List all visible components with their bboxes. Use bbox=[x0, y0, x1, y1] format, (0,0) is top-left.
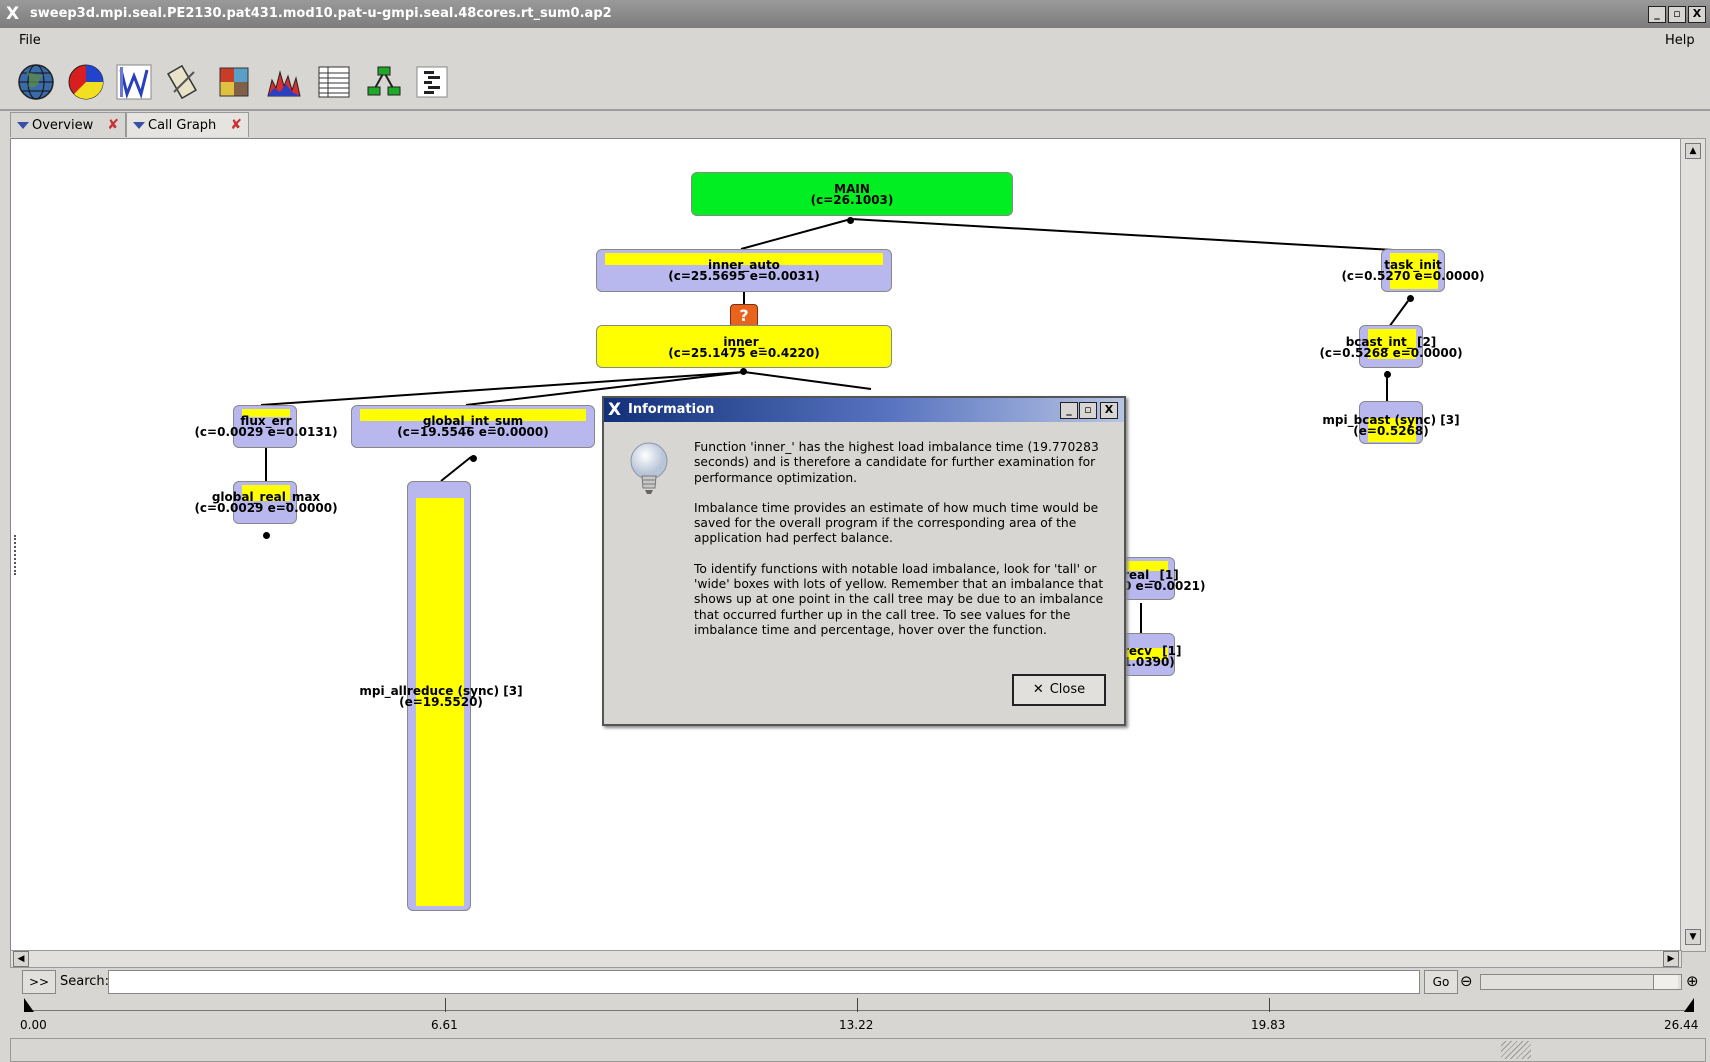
ruler-line bbox=[24, 1010, 1694, 1011]
globe-icon[interactable] bbox=[16, 62, 56, 102]
menu-bar: File Help bbox=[0, 28, 1710, 55]
time-range-ruler[interactable]: 0.00 6.61 13.22 19.83 26.44 bbox=[10, 998, 1704, 1034]
menu-file[interactable]: File bbox=[19, 33, 41, 48]
lightbulb-icon bbox=[630, 442, 668, 494]
x-logo-icon: X bbox=[6, 4, 20, 24]
search-input[interactable] bbox=[108, 970, 1420, 994]
node-task-init-stats: (c=0.5270 e=0.0000) bbox=[1341, 269, 1485, 283]
zoom-in-icon[interactable]: ⊕ bbox=[1686, 972, 1699, 990]
node-global-int-sum-stats: (c=19.5546 e=0.0000) bbox=[397, 425, 549, 439]
close-tab-icon[interactable]: ✘ bbox=[107, 117, 119, 133]
node-partial-real-stats: 0 e=0.0021) bbox=[1123, 579, 1206, 593]
tick-label: 19.83 bbox=[1251, 1018, 1286, 1032]
node-inner-auto-stats: (c=25.5695 e=0.0031) bbox=[668, 269, 820, 283]
search-bar: >> Search: Go ⊖ ⊕ bbox=[10, 968, 1704, 996]
zoom-out-icon[interactable]: ⊖ bbox=[1460, 972, 1473, 990]
search-label: Search: bbox=[60, 974, 110, 989]
range-end-handle-icon[interactable] bbox=[1684, 998, 1694, 1012]
information-dialog: X Information _ ▫ X Function 'inner_' ha… bbox=[602, 396, 1126, 726]
dialog-paragraph: Function 'inner_' has the highest load i… bbox=[694, 440, 1099, 485]
call-tree-icon[interactable] bbox=[364, 62, 404, 102]
node-mpi-bcast-stats: (e=0.5268) bbox=[1353, 424, 1429, 438]
node-inner-stats: (c=25.1475 e=0.4220) bbox=[668, 346, 820, 360]
expand-dot[interactable] bbox=[470, 455, 477, 462]
resize-grip-icon[interactable] bbox=[1501, 1041, 1531, 1059]
tick-mark bbox=[857, 998, 858, 1012]
dialog-title-bar[interactable]: X Information _ ▫ X bbox=[604, 398, 1124, 422]
window-title-bar[interactable]: X sweep3d.mpi.seal.PE2130.pat431.mod10.p… bbox=[0, 0, 1710, 28]
horizontal-scrollbar[interactable]: ◀ ▶ bbox=[10, 950, 1682, 968]
dialog-paragraph: Imbalance time provides an estimate of h… bbox=[694, 500, 1099, 546]
toolbar bbox=[0, 54, 1710, 111]
zoom-slider[interactable] bbox=[1480, 974, 1682, 990]
menu-help[interactable]: Help bbox=[1665, 33, 1695, 48]
tick-label: 0.00 bbox=[20, 1018, 47, 1032]
scroll-down-icon[interactable]: ▼ bbox=[1685, 929, 1701, 945]
close-icon: ✕ bbox=[1032, 682, 1044, 697]
text-report-icon[interactable] bbox=[412, 62, 452, 102]
tab-call-graph-label: Call Graph bbox=[148, 118, 217, 133]
scroll-right-icon[interactable]: ▶ bbox=[1663, 951, 1679, 967]
dialog-title: Information bbox=[628, 402, 715, 417]
dialog-message: Function 'inner_' has the highest load i… bbox=[694, 440, 1114, 653]
tick-mark bbox=[1269, 998, 1270, 1012]
zoom-slider-thumb[interactable] bbox=[1653, 975, 1678, 989]
dialog-close-x-button[interactable]: X bbox=[1100, 402, 1118, 419]
node-flux-err-stats: (c=0.0029 e=0.0131) bbox=[194, 425, 338, 439]
minimize-button[interactable]: _ bbox=[1648, 6, 1666, 23]
expand-button[interactable]: >> bbox=[22, 970, 56, 994]
expand-dot[interactable] bbox=[263, 532, 270, 539]
tab-bar: Overview ✘ Call Graph ✘ bbox=[10, 112, 1704, 138]
expand-dot[interactable] bbox=[1407, 295, 1414, 302]
scroll-up-icon[interactable]: ▲ bbox=[1685, 143, 1701, 159]
node-bcast-int-stats: (c=0.5268 e=0.0000) bbox=[1319, 346, 1463, 360]
tab-overview-label: Overview bbox=[32, 118, 94, 133]
x-logo-icon: X bbox=[608, 400, 622, 420]
close-window-button[interactable]: X bbox=[1688, 6, 1706, 23]
tick-label: 26.44 bbox=[1664, 1018, 1699, 1032]
maximize-button[interactable]: ▫ bbox=[1668, 6, 1686, 23]
go-button[interactable]: Go bbox=[1424, 970, 1458, 994]
status-bar bbox=[10, 1038, 1706, 1062]
close-tab-icon[interactable]: ✘ bbox=[230, 117, 242, 133]
table-icon[interactable] bbox=[314, 62, 354, 102]
node-global-real-max-stats: (c=0.0029 e=0.0000) bbox=[194, 501, 338, 515]
dialog-minimize-button[interactable]: _ bbox=[1060, 402, 1078, 419]
dialog-maximize-button[interactable]: ▫ bbox=[1079, 402, 1097, 419]
histogram-icon[interactable] bbox=[264, 62, 304, 102]
mosaic-icon[interactable] bbox=[214, 62, 254, 102]
node-mpi-allreduce-stats: (e=19.5520) bbox=[399, 695, 483, 709]
tick-label: 6.61 bbox=[431, 1018, 458, 1032]
node-main-stats: (c=26.1003) bbox=[810, 193, 894, 207]
vertical-scrollbar[interactable]: ▲ ▼ bbox=[1680, 138, 1706, 952]
tools-icon[interactable] bbox=[164, 62, 204, 102]
pie-chart-icon[interactable] bbox=[66, 62, 106, 102]
dropdown-triangle-icon bbox=[133, 122, 145, 129]
load-balance-icon[interactable] bbox=[114, 62, 154, 102]
tab-call-graph[interactable]: Call Graph ✘ bbox=[126, 112, 250, 137]
tick-mark bbox=[445, 998, 446, 1012]
close-button-label: Close bbox=[1049, 682, 1086, 697]
range-start-handle-icon[interactable] bbox=[24, 998, 34, 1012]
expand-dot[interactable] bbox=[1384, 371, 1391, 378]
node-partial-recv-stats: 1.0390) bbox=[1123, 655, 1175, 669]
window-title: sweep3d.mpi.seal.PE2130.pat431.mod10.pat… bbox=[30, 6, 612, 21]
dialog-paragraph: To identify functions with notable load … bbox=[694, 561, 1104, 637]
expand-dot[interactable] bbox=[847, 217, 854, 224]
scroll-left-icon[interactable]: ◀ bbox=[13, 951, 29, 967]
close-button[interactable]: ✕ Close bbox=[1012, 674, 1106, 706]
tick-label: 13.22 bbox=[839, 1018, 874, 1032]
tab-overview[interactable]: Overview ✘ bbox=[10, 112, 126, 137]
expand-dot[interactable] bbox=[740, 368, 747, 375]
dropdown-triangle-icon bbox=[17, 122, 29, 129]
splitter-handle[interactable] bbox=[14, 535, 20, 575]
